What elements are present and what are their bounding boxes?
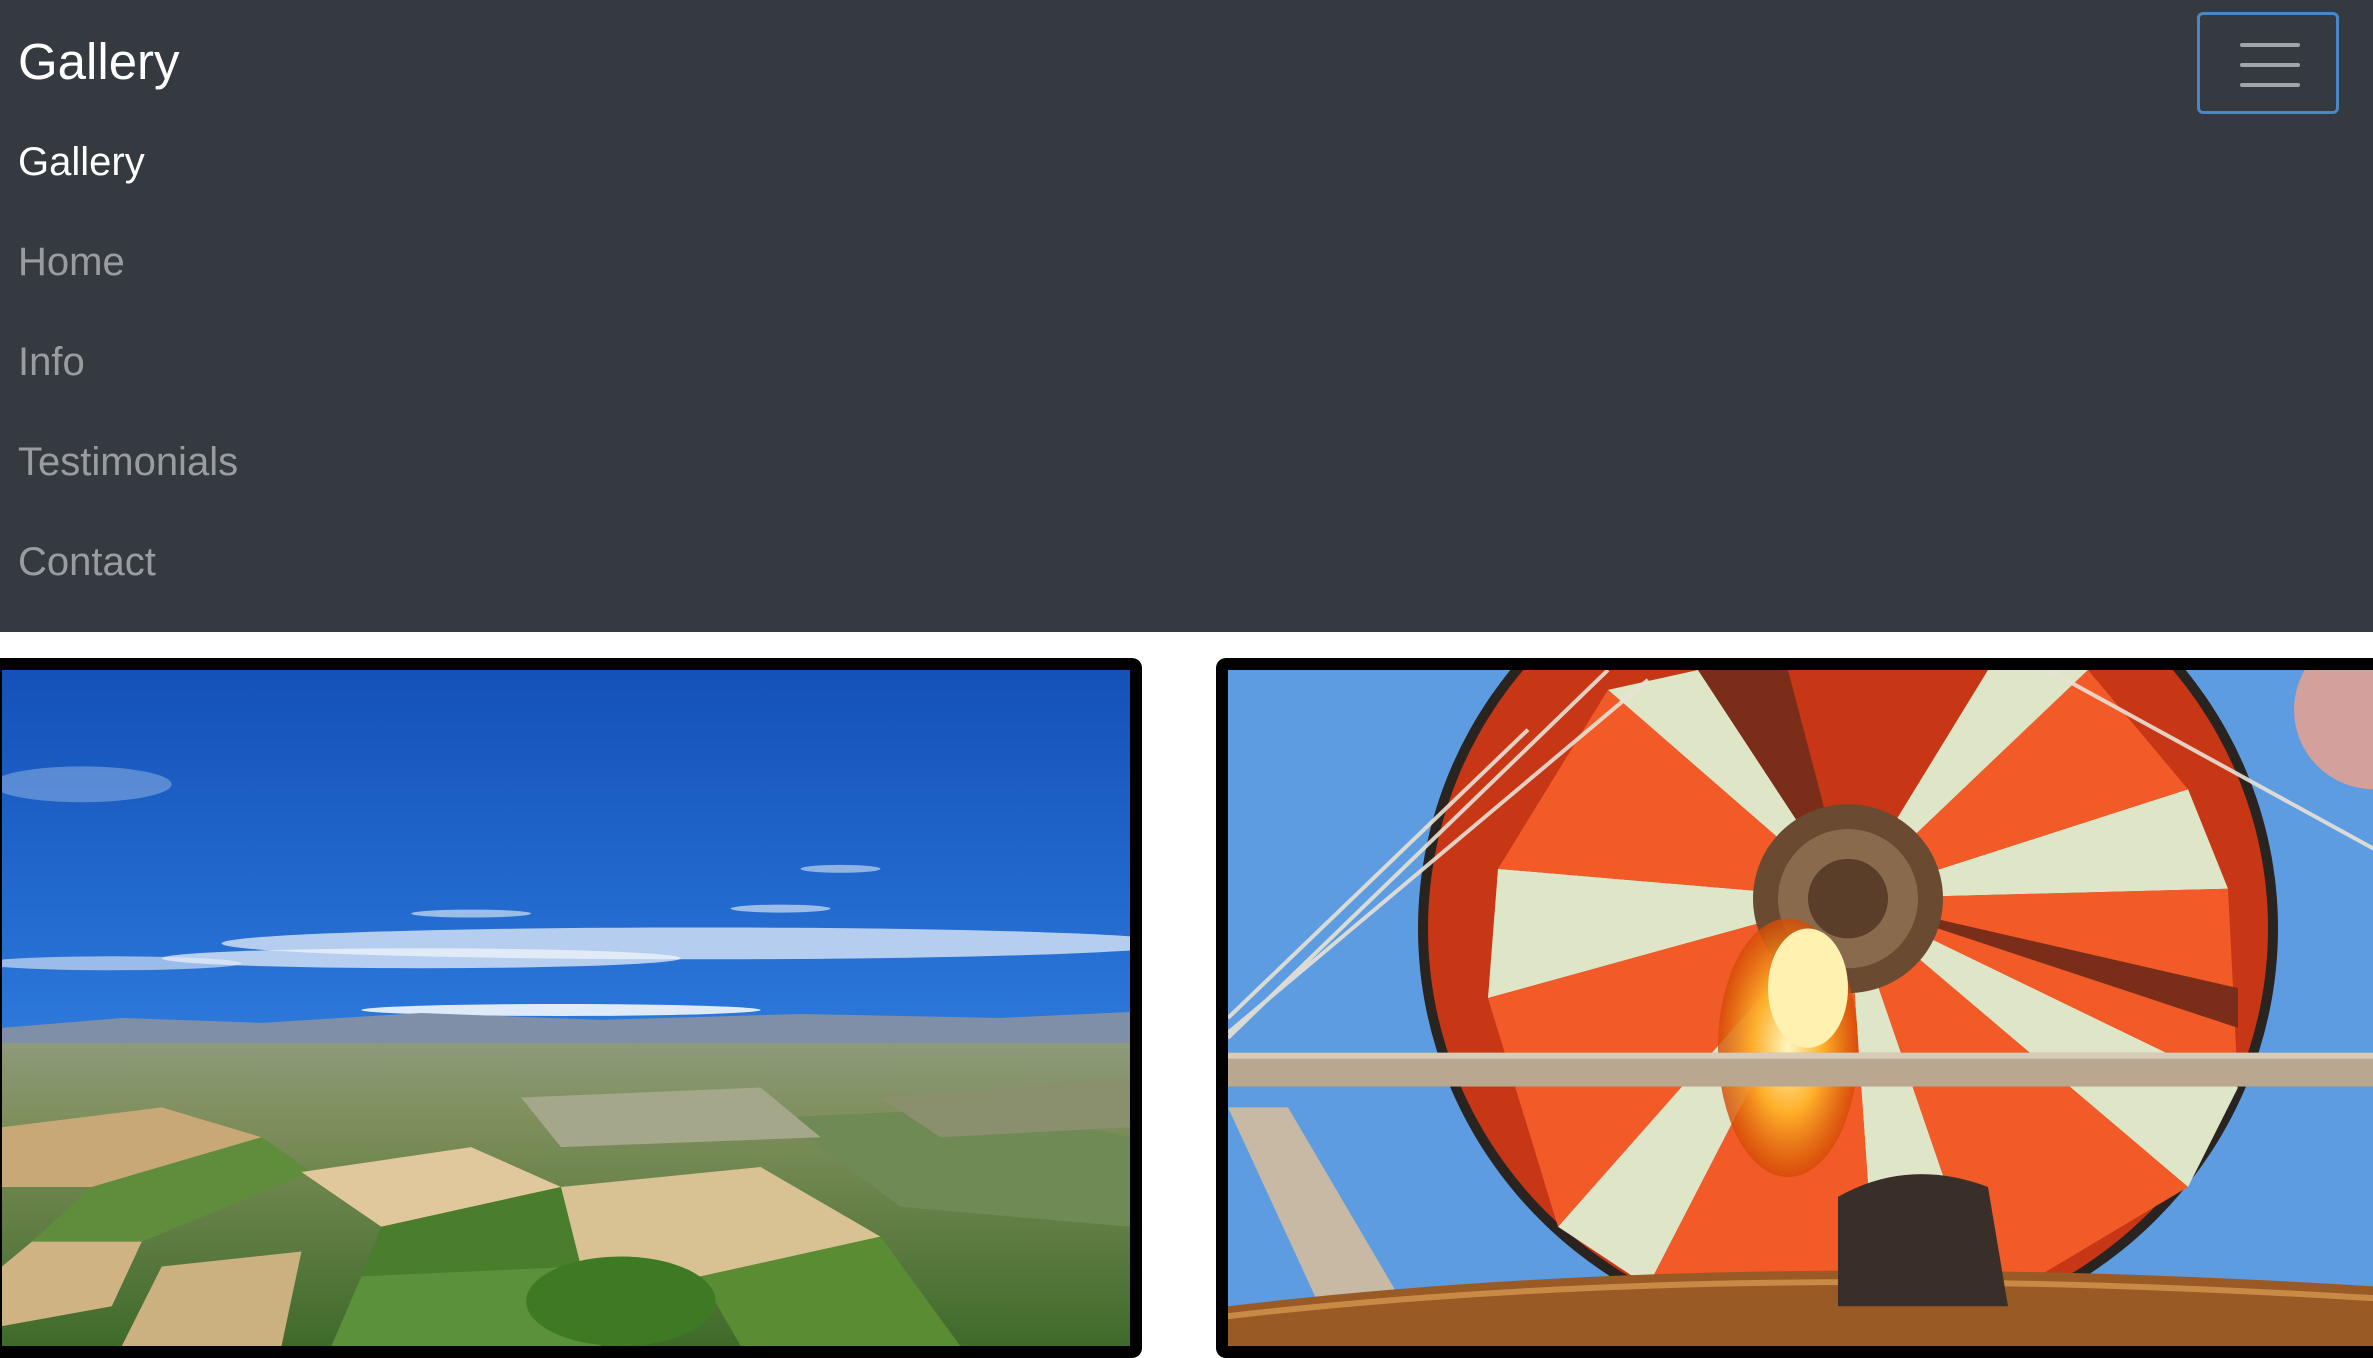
nav-link-info[interactable]: Info [18,332,85,392]
gallery-image-hot-air-balloon[interactable] [1216,658,2373,1358]
nav-link-gallery[interactable]: Gallery [18,132,145,192]
navbar-toggler-button[interactable] [2197,12,2339,114]
hot-air-balloon-image [1228,670,2373,1346]
nav-link-testimonials[interactable]: Testimonials [18,432,238,492]
navbar: Gallery Gallery Home Info Testimonials C… [0,0,2373,632]
gallery-image-aerial-landscape[interactable] [0,658,1142,1358]
aerial-landscape-image [2,670,1130,1346]
navbar-brand[interactable]: Gallery [18,30,180,94]
nav-link-home[interactable]: Home [18,232,125,292]
nav-link-contact[interactable]: Contact [18,532,156,592]
